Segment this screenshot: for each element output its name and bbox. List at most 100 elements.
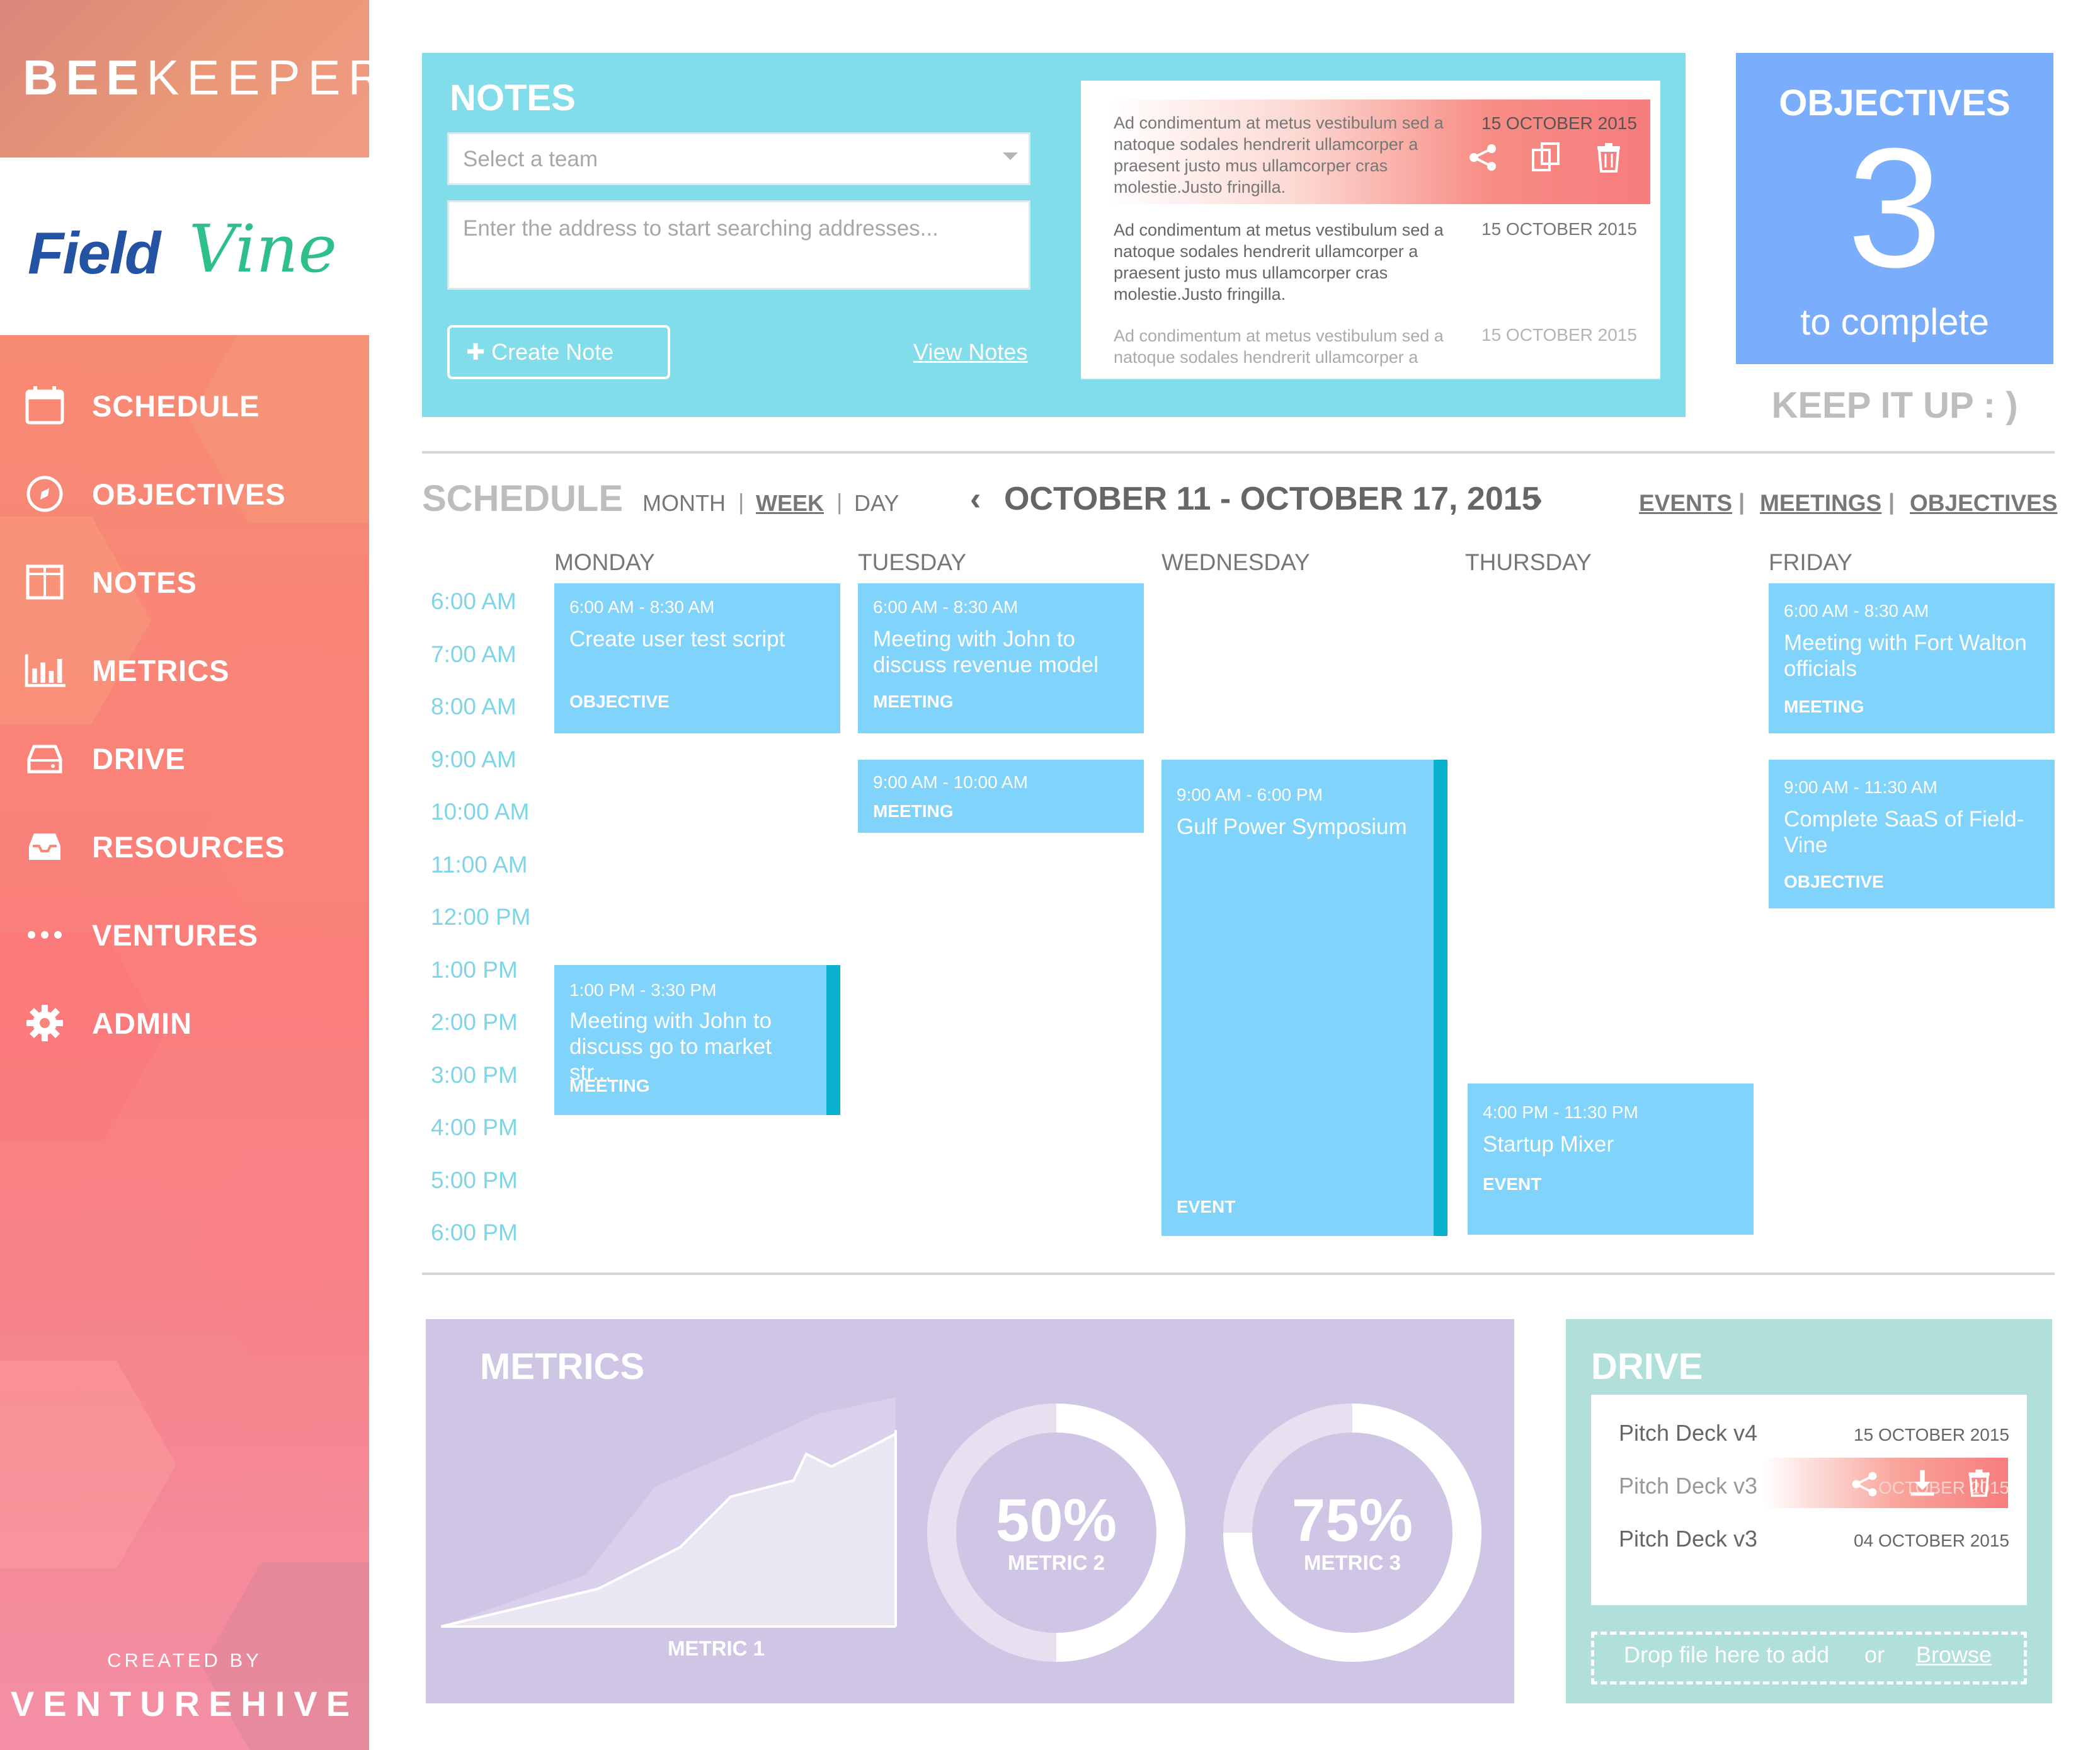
donut-value: 75% [1292, 1487, 1413, 1554]
sidebar-item-notes[interactable]: NOTES [0, 544, 369, 620]
event-kind: MEETING [1784, 697, 1864, 716]
notes-list: Ad condimentum at metus vestibulum sed a… [1081, 81, 1660, 378]
sidebar-item-label: METRICS [92, 653, 230, 687]
divider [422, 451, 2055, 454]
note-text: Ad condimentum at metus vestibulum sed a… [1114, 326, 1444, 367]
schedule-title: SCHEDULE [422, 478, 624, 519]
file-name[interactable]: Pitch Deck v3 [1619, 1526, 1757, 1552]
day-header: FRIDAY [1769, 549, 1852, 575]
filter-events[interactable]: EVENTS [1639, 490, 1732, 517]
chevron-right-icon[interactable]: › [1532, 480, 1543, 518]
day-header: MONDAY [554, 549, 655, 575]
team-select[interactable]: Select a team [447, 132, 1030, 185]
metric-1-label: METRIC 1 [668, 1637, 765, 1660]
tab-day[interactable]: DAY [854, 490, 899, 517]
metric-3-donut[interactable]: 75% METRIC 3 [1223, 1404, 1481, 1662]
event-card[interactable]: 6:00 AM - 8:30 AM Meeting with John to d… [858, 583, 1144, 733]
event-name: Complete SaaS of Field-Vine [1784, 807, 2024, 857]
time-label: 5:00 PM [431, 1167, 518, 1193]
sidebar-item-resources[interactable]: RESOURCES [0, 809, 369, 884]
event-name: Meeting with John to discuss go to marke… [569, 1009, 772, 1085]
sidebar-item-ventures[interactable]: VENTURES [0, 897, 369, 973]
sidebar-item-label: NOTES [92, 565, 197, 599]
event-name: Meeting with Fort Walton officials [1784, 631, 2027, 681]
tab-month[interactable]: MONTH [642, 490, 726, 517]
metric-2-donut[interactable]: 50% METRIC 2 [927, 1404, 1185, 1662]
file-name[interactable]: Pitch Deck v4 [1619, 1420, 1757, 1446]
event-card[interactable]: 9:00 AM - 11:30 AM Complete SaaS of Fiel… [1769, 760, 2055, 908]
separator: | [836, 489, 843, 515]
filter-meetings[interactable]: MEETINGS [1760, 490, 1881, 517]
note-date: 15 OCTOBER 2015 [1481, 325, 1637, 345]
event-kind: OBJECTIVE [1784, 872, 1884, 891]
trash-icon[interactable] [1964, 1468, 1994, 1501]
create-note-button[interactable]: ✚ Create Note [447, 325, 670, 379]
event-time: 9:00 AM - 10:00 AM [873, 772, 1028, 792]
sidebar-item-label: RESOURCES [92, 830, 285, 864]
filter-objectives[interactable]: OBJECTIVES [1910, 490, 2057, 517]
inbox-icon [23, 825, 67, 869]
time-label: 6:00 AM [431, 588, 516, 614]
share-icon[interactable] [1849, 1469, 1880, 1502]
time-label: 4:00 PM [431, 1114, 518, 1140]
objectives-subtitle: to complete [1800, 302, 1989, 343]
sidebar-item-drive[interactable]: DRIVE [0, 721, 369, 796]
event-card[interactable]: 4:00 PM - 11:30 PM Startup Mixer EVENT [1468, 1084, 1754, 1235]
beekeeper-logo[interactable]: BEEKEEPER [23, 49, 391, 106]
sidebar-item-admin[interactable]: ADMIN [0, 985, 369, 1061]
file-name[interactable]: Pitch Deck v3 [1619, 1473, 1757, 1499]
trash-icon[interactable] [1592, 141, 1625, 174]
sidebar-item-schedule[interactable]: SCHEDULE [0, 368, 369, 443]
share-icon[interactable] [1466, 141, 1499, 174]
event-kind: MEETING [873, 801, 954, 821]
hex-decoration [189, 1147, 369, 1354]
browse-link[interactable]: Browse [1916, 1642, 1992, 1668]
event-card[interactable]: 1:00 PM - 3:30 PM Meeting with John to d… [554, 965, 840, 1115]
time-label: 11:00 AM [431, 851, 528, 878]
event-kind: MEETING [873, 692, 954, 711]
motivation-text: KEEP IT UP : ) [1771, 385, 2018, 426]
separator: | [1738, 489, 1745, 515]
event-name: Gulf Power Symposium [1177, 815, 1407, 839]
view-notes-link[interactable]: View Notes [913, 339, 1027, 365]
drop-zone-text: Drop file here to add [1624, 1642, 1830, 1667]
note-item[interactable]: Ad condimentum at metus vestibulum sed a… [1081, 319, 1660, 378]
event-card[interactable]: 6:00 AM - 8:30 AM Meeting with Fort Walt… [1769, 583, 2055, 733]
download-icon[interactable] [1907, 1468, 1937, 1501]
event-card[interactable]: 6:00 AM - 8:30 AM Create user test scrip… [554, 583, 840, 733]
metric-1-area-chart[interactable] [441, 1386, 901, 1638]
event-card[interactable]: 9:00 AM - 10:00 AM MEETING [858, 760, 1144, 833]
sidebar-item-metrics[interactable]: METRICS [0, 632, 369, 708]
sidebar-item-label: OBJECTIVES [92, 477, 286, 511]
note-item[interactable]: Ad condimentum at metus vestibulum sed a… [1081, 106, 1660, 210]
time-label: 9:00 AM [431, 746, 516, 772]
day-header: THURSDAY [1465, 549, 1592, 575]
week-range: OCTOBER 11 - OCTOBER 17, 2015 [1004, 481, 1540, 517]
event-kind: MEETING [569, 1076, 650, 1095]
event-time: 9:00 AM - 11:30 AM [1784, 777, 1937, 797]
copy-icon[interactable] [1529, 141, 1562, 174]
time-label: 6:00 PM [431, 1220, 518, 1245]
event-time: 6:00 AM - 8:30 AM [873, 597, 1019, 617]
sidebar-item-objectives[interactable]: OBJECTIVES [0, 456, 369, 532]
compass-icon [23, 472, 67, 516]
address-search-input[interactable]: Enter the address to start searching add… [447, 200, 1030, 290]
event-kind: OBJECTIVE [569, 692, 670, 711]
event-card[interactable]: 9:00 AM - 6:00 PM Gulf Power Symposium E… [1161, 760, 1447, 1236]
day-header: WEDNESDAY [1161, 549, 1310, 575]
event-time: 6:00 AM - 8:30 AM [1784, 601, 1929, 621]
divider [422, 1272, 2055, 1275]
tab-week[interactable]: WEEK [756, 490, 824, 517]
venturehive-logo: VENTUREHIVE [10, 1684, 359, 1724]
event-time: 9:00 AM - 6:00 PM [1177, 785, 1323, 804]
objectives-count: 3 [1847, 113, 1943, 303]
time-label: 3:00 PM [431, 1061, 518, 1088]
separator: | [738, 489, 745, 515]
note-item[interactable]: Ad condimentum at metus vestibulum sed a… [1081, 213, 1660, 317]
event-time: 6:00 AM - 8:30 AM [569, 597, 715, 617]
more-icon [23, 913, 67, 957]
sidebar-item-label: ADMIN [92, 1006, 193, 1040]
time-label: 12:00 PM [431, 904, 531, 930]
note-date: 15 OCTOBER 2015 [1481, 219, 1637, 239]
chevron-left-icon[interactable]: ‹ [970, 480, 981, 518]
